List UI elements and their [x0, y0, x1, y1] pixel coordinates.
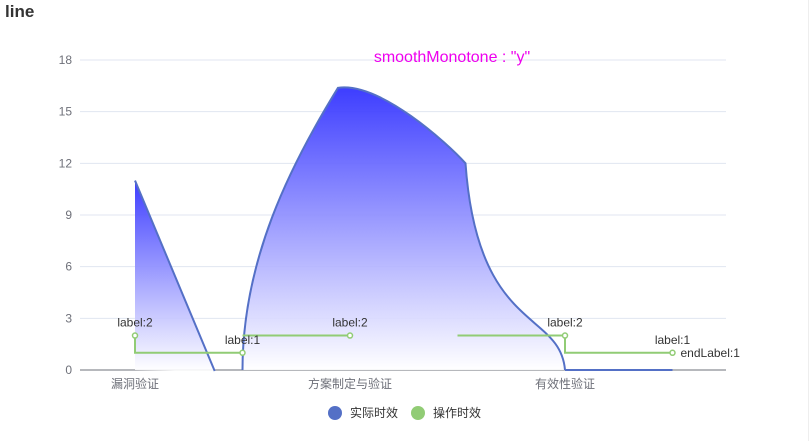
- legend-item[interactable]: 实际时效: [328, 405, 398, 420]
- data-point-operation: [561, 332, 569, 339]
- data-label: label:2: [332, 316, 368, 330]
- chart-title: smoothMonotone : "y": [374, 49, 530, 66]
- data-point-operation: [239, 349, 246, 357]
- legend-label: 实际时效: [350, 405, 398, 420]
- legend-marker: [411, 406, 425, 420]
- line-chart: 0 3 6 9 12 15 18 漏洞验证 方案制定与验证 有效性验证 label:2 label:…: [59, 49, 741, 420]
- legend-label: 操作时效: [433, 405, 481, 420]
- end-label: endLabel:1: [681, 346, 741, 360]
- data-label: label:1: [655, 333, 691, 347]
- data-label: label:2: [117, 316, 153, 330]
- x-tick-label: 方案制定与验证: [308, 376, 392, 391]
- area-fill-actual: [242, 87, 565, 370]
- y-tick-label: 15: [59, 105, 73, 119]
- y-tick-label: 0: [65, 363, 72, 377]
- legend-item[interactable]: 操作时效: [411, 405, 481, 420]
- data-point-operation: [346, 332, 354, 339]
- legend-marker: [328, 406, 342, 420]
- y-tick-label: 9: [65, 208, 72, 222]
- y-tick-label: 6: [65, 260, 72, 274]
- data-label: label:1: [225, 333, 261, 347]
- x-tick-label: 漏洞验证: [111, 376, 159, 391]
- legend[interactable]: 实际时效 操作时效: [328, 405, 481, 420]
- y-tick-label: 3: [65, 311, 72, 325]
- data-point-operation: [669, 349, 676, 357]
- x-tick-label: 有效性验证: [535, 376, 595, 391]
- data-label: label:2: [547, 316, 583, 330]
- y-tick-label: 12: [59, 156, 73, 170]
- y-tick-label: 18: [59, 53, 73, 67]
- data-point-operation: [131, 332, 139, 339]
